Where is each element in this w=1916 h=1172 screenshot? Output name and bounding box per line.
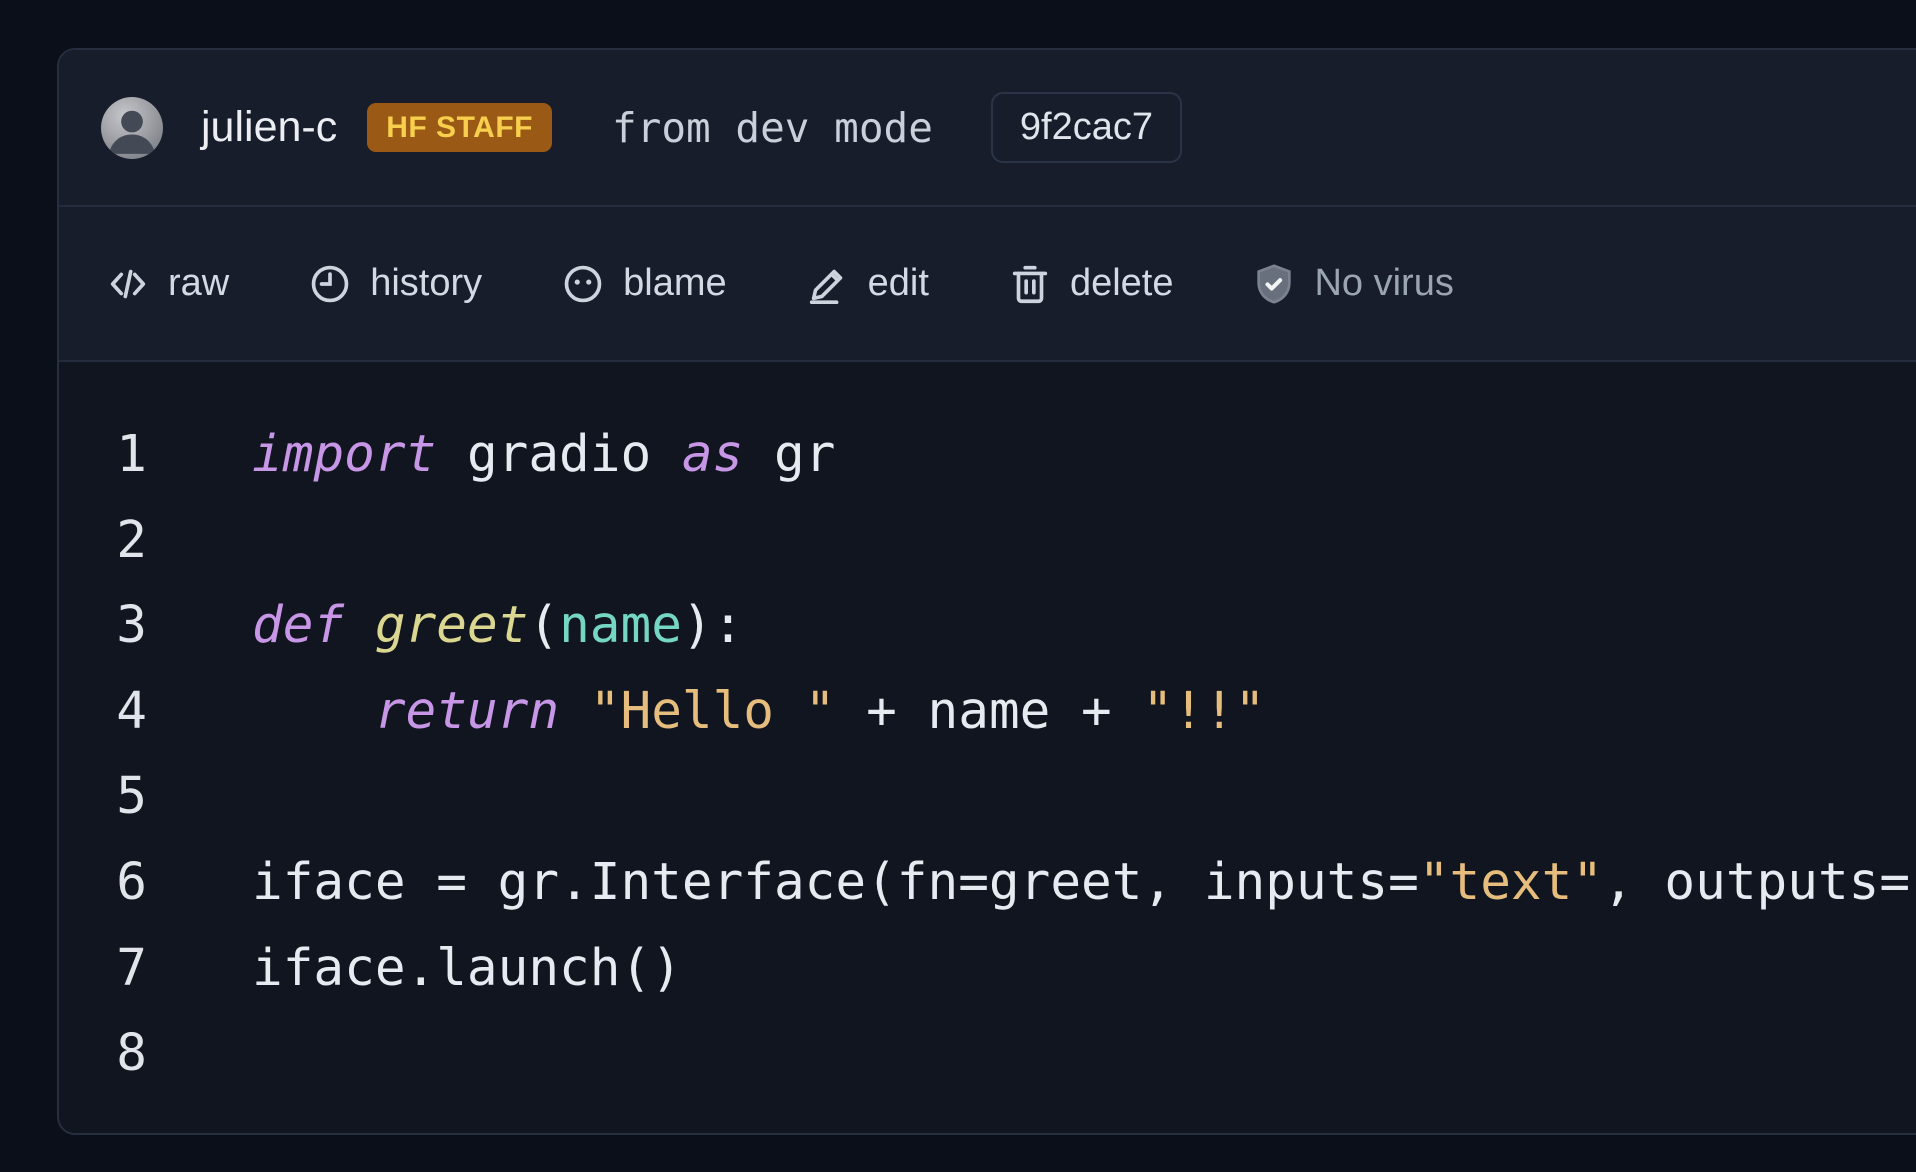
code-line: 2 (59, 498, 1916, 584)
line-number[interactable]: 6 (59, 840, 147, 926)
code-viewer: 1 import gradio as gr 23 def greet(name):4 … (59, 362, 1916, 1097)
shield-check-icon (1251, 261, 1297, 307)
line-number[interactable]: 3 (59, 583, 147, 669)
commit-author[interactable]: julien-c (201, 103, 337, 152)
delete-button[interactable]: delete (1007, 261, 1174, 307)
line-number[interactable]: 2 (59, 498, 147, 584)
pencil-icon (805, 261, 851, 307)
blame-face-icon (560, 261, 606, 307)
edit-button[interactable]: edit (805, 261, 929, 307)
trash-icon (1007, 261, 1053, 307)
code-line-content: return "Hello " + name + "!!" (252, 669, 1265, 755)
person-photo-icon (101, 97, 163, 159)
code-line-content: import gradio as gr (252, 412, 835, 498)
code-line-content: iface.launch() (252, 926, 682, 1012)
commit-message: from dev mode (612, 104, 933, 152)
commit-header: julien-c HF STAFF from dev mode 9f2cac7 (59, 50, 1916, 207)
line-number[interactable]: 7 (59, 926, 147, 1012)
blame-button[interactable]: blame (560, 261, 727, 307)
line-number[interactable]: 4 (59, 669, 147, 755)
code-line: 6 iface = gr.Interface(fn=greet, inputs="… (59, 840, 1916, 926)
commit-hash-chip[interactable]: 9f2cac7 (991, 92, 1182, 163)
raw-label: raw (168, 262, 229, 305)
file-toolbar: raw history blame edit (59, 207, 1916, 362)
line-number[interactable]: 8 (59, 1011, 147, 1097)
code-line: 1 import gradio as gr (59, 412, 1916, 498)
raw-button[interactable]: raw (105, 261, 229, 307)
virus-scan-status: No virus (1251, 261, 1453, 307)
code-line: 7 iface.launch() (59, 926, 1916, 1012)
code-line: 5 (59, 754, 1916, 840)
code-line-content: iface = gr.Interface(fn=greet, inputs="t… (252, 840, 1916, 926)
delete-label: delete (1070, 262, 1174, 305)
history-button[interactable]: history (307, 261, 482, 307)
line-number[interactable]: 5 (59, 754, 147, 840)
hf-staff-badge: HF STAFF (367, 103, 552, 152)
virus-status-label: No virus (1314, 262, 1453, 305)
clock-icon (307, 261, 353, 307)
edit-label: edit (868, 262, 929, 305)
code-line: 8 (59, 1011, 1916, 1097)
history-label: history (370, 262, 482, 305)
code-line: 4 return "Hello " + name + "!!" (59, 669, 1916, 755)
code-line-content: def greet(name): (252, 583, 743, 669)
code-line: 3 def greet(name): (59, 583, 1916, 669)
code-icon (105, 261, 151, 307)
blame-label: blame (623, 262, 727, 305)
avatar[interactable] (101, 97, 163, 159)
file-viewer-card: julien-c HF STAFF from dev mode 9f2cac7 … (57, 48, 1916, 1135)
line-number[interactable]: 1 (59, 412, 147, 498)
